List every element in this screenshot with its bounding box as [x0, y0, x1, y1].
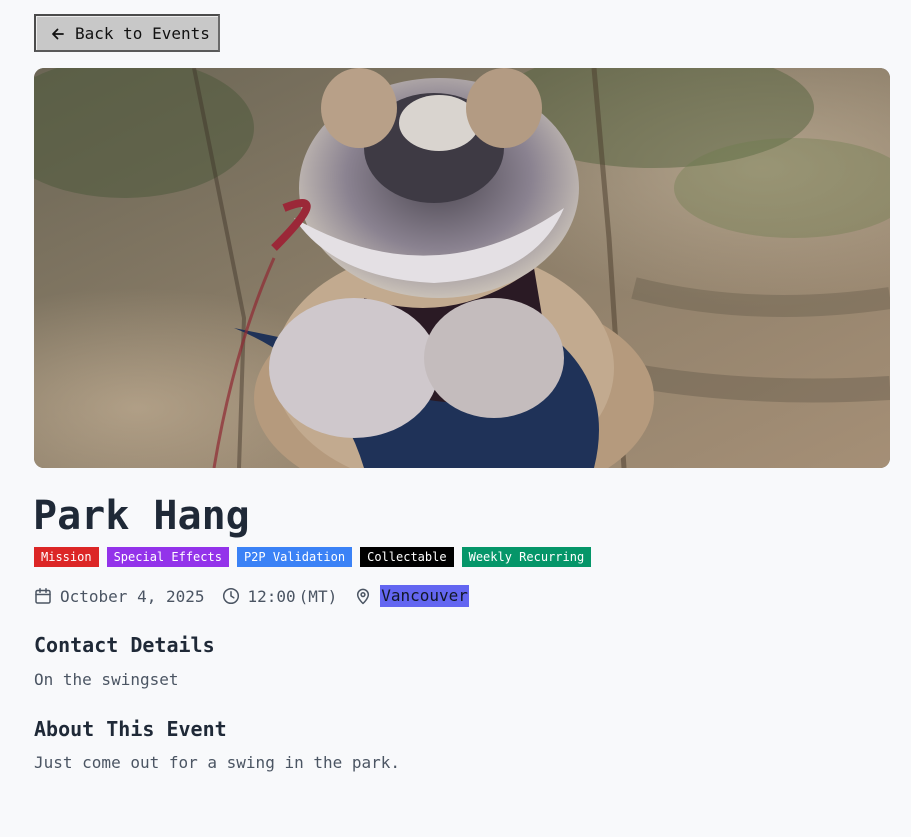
- clock-icon: [222, 587, 240, 605]
- event-tags: Mission Special Effects P2P Validation Coll…: [34, 547, 592, 567]
- event-meta: October 4, 2025 12:00 (MT) Vancouver: [34, 584, 486, 608]
- tag-weekly-recurring: Weekly Recurring: [461, 547, 592, 567]
- event-date-text: October 4, 2025: [60, 586, 205, 606]
- tag-collectable: Collectable: [360, 547, 454, 567]
- calendar-icon: [34, 587, 52, 605]
- back-button-label: Back to Events: [75, 23, 210, 43]
- event-location-link[interactable]: Vancouver: [380, 585, 469, 607]
- event-location: Vancouver: [354, 585, 469, 607]
- event-hero-image: [34, 68, 890, 468]
- contact-details-text: On the swingset: [34, 670, 179, 689]
- event-detail-page: Back to Events Park Hang Mission Special…: [0, 0, 911, 837]
- event-date: October 4, 2025: [34, 587, 205, 606]
- about-event-heading: About This Event: [34, 717, 227, 741]
- event-title: Park Hang: [33, 493, 250, 539]
- tag-mission: Mission: [34, 547, 99, 567]
- event-time: 12:00 (MT): [222, 586, 338, 606]
- tag-p2p-validation: P2P Validation: [236, 547, 353, 567]
- map-pin-icon: [354, 587, 372, 605]
- tag-special-effects: Special Effects: [106, 547, 229, 567]
- arrow-left-icon: [50, 26, 66, 42]
- event-timezone: (MT): [298, 586, 338, 606]
- about-event-text: Just come out for a swing in the park.: [34, 753, 401, 772]
- back-to-events-button[interactable]: Back to Events: [34, 14, 220, 52]
- event-time-text: 12:00: [247, 586, 296, 606]
- contact-details-heading: Contact Details: [34, 633, 215, 657]
